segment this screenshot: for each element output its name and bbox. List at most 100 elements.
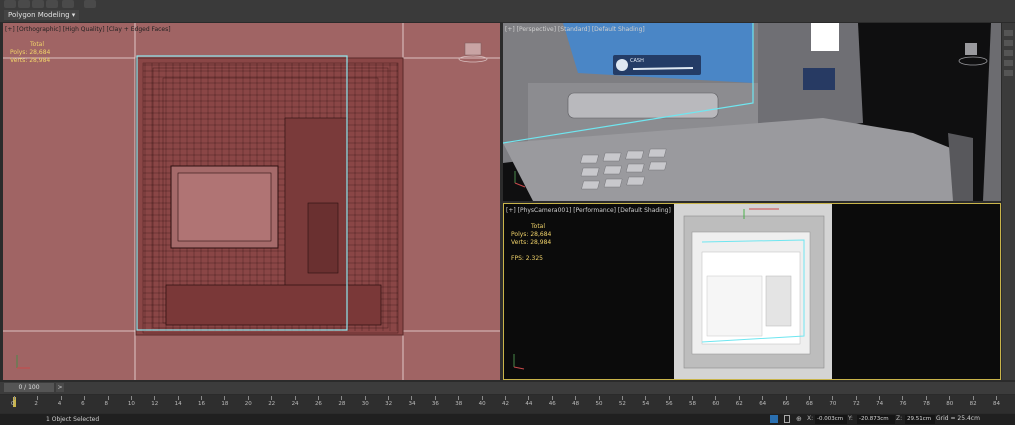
timeline-tick	[785, 396, 787, 400]
timeline-tick	[832, 396, 834, 400]
time-slider[interactable]: 0 / 100	[4, 383, 54, 392]
panel-button[interactable]	[1004, 60, 1013, 66]
perspective-viewport[interactable]: CASH [+] [Perspective] [Standard] [Defau…	[503, 23, 1001, 201]
timeline-tick	[247, 396, 249, 400]
timeline-tick-label: 30	[361, 401, 369, 407]
timeline-tick-label: 6	[81, 401, 85, 407]
timeline-tick	[902, 396, 904, 400]
timeline-tick-label: 52	[618, 401, 626, 407]
panel-button[interactable]	[1004, 70, 1013, 76]
timeline-tick-label: 18	[221, 401, 229, 407]
stats-title: Total	[531, 223, 546, 230]
timeline-tick	[130, 396, 132, 400]
timeline-tick-label: 82	[969, 401, 977, 407]
viewport-label[interactable]: [+] [Orthographic] [High Quality] [Clay …	[5, 26, 171, 33]
timeline-tick	[411, 396, 413, 400]
toolbar-button[interactable]	[4, 0, 16, 8]
stats-polys: Polys: 28,684	[10, 49, 51, 56]
lock-icon[interactable]	[784, 415, 790, 423]
timeline-tick-label: 50	[595, 401, 603, 407]
x-label: X:	[807, 415, 814, 422]
timeline-tick	[317, 396, 319, 400]
timeline-tick	[294, 396, 296, 400]
panel-button[interactable]	[1004, 40, 1013, 46]
timeline-tick-label: 66	[782, 401, 790, 407]
toolbar-button[interactable]	[32, 0, 44, 8]
timeline-tick	[808, 396, 810, 400]
timeline-tick-label: 46	[548, 401, 556, 407]
toolbar-button[interactable]	[84, 0, 96, 8]
time-slider-track[interactable]	[0, 382, 1015, 394]
timeline-tick-label: 60	[712, 401, 720, 407]
timeline-tick-label: 42	[502, 401, 509, 407]
timeline-tick	[855, 396, 857, 400]
panel-button[interactable]	[1004, 50, 1013, 56]
timeline-tick	[762, 396, 764, 400]
timeline-tick	[271, 396, 273, 400]
timeline-tick	[505, 396, 506, 400]
timeline-tick	[107, 396, 109, 400]
toolbar-button[interactable]	[62, 0, 74, 8]
absolute-mode-icon[interactable]: ⊕	[796, 415, 802, 423]
timeline-tick-label: 2	[34, 401, 38, 407]
timeline-tick-label: 24	[291, 401, 299, 407]
timeline-tick-label: 12	[151, 401, 159, 407]
toolbar-button[interactable]	[46, 0, 58, 8]
timeline-tick	[551, 396, 553, 400]
orthographic-viewport[interactable]: [+] [Orthographic] [High Quality] [Clay …	[3, 23, 500, 380]
stats-verts: Verts: 28,984	[10, 57, 51, 64]
timeline-tick	[434, 396, 436, 400]
modeling-mode-dropdown[interactable]: Polygon Modeling ▾	[4, 10, 80, 20]
timeline-tick-label: 74	[876, 401, 884, 407]
timeline-tick	[879, 396, 881, 400]
timeline-tick-label: 40	[478, 401, 486, 407]
viewport-label[interactable]: [+] [PhysCamera001] [Performance] [Defau…	[506, 207, 671, 214]
timeline-tick-label: 70	[829, 401, 837, 407]
selection-lock-icon[interactable]	[770, 415, 778, 423]
timeline-tick	[60, 396, 62, 400]
viewport-label[interactable]: [+] [Perspective] [Standard] [Default Sh…	[505, 26, 645, 33]
timeline-tick	[949, 396, 951, 400]
timeline-tick	[668, 396, 670, 400]
timeline-tick-label: 16	[198, 401, 206, 407]
timeline-tick	[458, 396, 460, 400]
z-coordinate-field[interactable]: 29.51cm	[905, 415, 935, 424]
timeline-tick	[692, 396, 694, 400]
grid-size: Grid = 25.4cm	[936, 415, 980, 422]
z-label: Z:	[896, 415, 903, 422]
atm-screen-text: CASH	[630, 58, 644, 64]
camera-viewport[interactable]: [+] [PhysCamera001] [Performance] [Defau…	[503, 203, 1001, 380]
timeline-tick	[996, 396, 997, 400]
y-label: Y:	[848, 415, 853, 422]
timeline-tick-label: 38	[455, 401, 463, 407]
timeline-tick	[925, 396, 927, 400]
timeline-tick-label: 26	[314, 401, 322, 407]
main-toolbar	[0, 0, 1015, 22]
next-frame-button[interactable]: >	[56, 383, 64, 392]
stats-verts: Verts: 28,984	[511, 239, 552, 246]
panel-button[interactable]	[1004, 30, 1013, 36]
timeline-tick	[177, 396, 179, 400]
selection-status: 1 Object Selected	[46, 416, 100, 423]
timeline-tick-label: 22	[268, 401, 276, 407]
timeline-tick-label: 72	[852, 401, 860, 407]
timeline-tick-label: 44	[525, 401, 533, 407]
timeline-tick-label: 0	[11, 401, 15, 407]
x-coordinate-field[interactable]: -0.003cm	[815, 415, 847, 424]
stats-polys: Polys: 28,684	[511, 231, 552, 238]
y-coordinate-field[interactable]: -20.873cm	[857, 415, 895, 424]
timeline-tick-label: 76	[899, 401, 907, 407]
timeline-tick-label: 80	[946, 401, 954, 407]
toolbar-button[interactable]	[18, 0, 30, 8]
timeline-tick	[598, 396, 600, 400]
timeline-tick	[972, 396, 974, 400]
timeline-tick	[575, 396, 577, 400]
timeline-tick-label: 56	[665, 401, 673, 407]
timeline-tick	[715, 396, 717, 400]
timeline-tick	[738, 396, 740, 400]
timeline-tick	[224, 396, 226, 400]
timeline-tick	[528, 396, 530, 400]
atm-wireframe-render	[3, 23, 500, 380]
timeline-tick	[14, 396, 15, 400]
timeline-tick-label: 54	[642, 401, 650, 407]
